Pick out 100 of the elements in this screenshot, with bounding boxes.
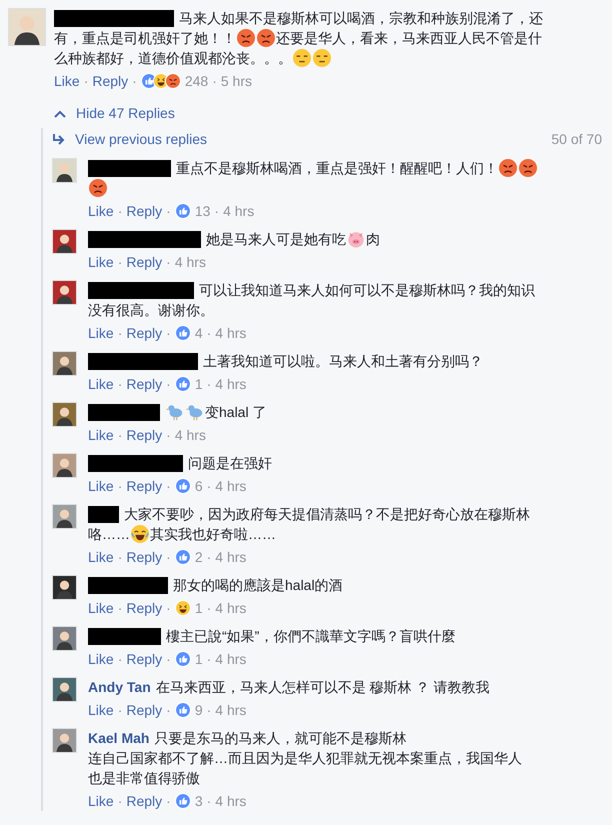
separator-dot: · (118, 548, 122, 567)
timestamp[interactable]: 4 hrs (215, 700, 246, 720)
comment-text: 其实我也好奇啦…… (150, 525, 276, 544)
timestamp[interactable]: 4 hrs (174, 252, 206, 272)
timestamp[interactable]: 4 hrs (215, 476, 246, 496)
reaction-count[interactable]: 1 (194, 649, 203, 669)
redaction-bar (88, 506, 119, 522)
comment-text: 在马来西亚，马来人怎样可以不是 穆斯林 ？ 请教教我 (156, 678, 490, 697)
separator-dot: · (166, 375, 171, 394)
timestamp[interactable]: 4 hrs (174, 425, 206, 445)
reaction-count[interactable]: 248 (184, 71, 208, 91)
separator-dot: · (206, 375, 212, 394)
timestamp[interactable]: 4 hrs (215, 791, 246, 811)
timestamp[interactable]: 4 hrs (223, 201, 254, 221)
separator-dot: · (212, 72, 217, 91)
comment-text: 土著我知道可以啦。马来人和土著有分别吗？ (203, 352, 483, 371)
action-link[interactable]: Reply (126, 476, 162, 496)
reaction-count[interactable]: 3 (194, 791, 203, 811)
comment-text: 大家不要吵，因为政府每天提倡清蒸吗？不是把好奇心放在穆斯林 (124, 505, 530, 524)
action-link[interactable]: Reply (92, 71, 128, 91)
action-link[interactable]: Reply (126, 374, 162, 394)
reaction-count[interactable]: 1 (194, 598, 203, 618)
reaction-count[interactable]: 9 (194, 700, 203, 720)
action-link[interactable]: Like (88, 700, 114, 720)
action-link[interactable]: Like (88, 791, 114, 811)
comment-text: 咯…… (88, 525, 130, 544)
separator-dot: · (206, 701, 212, 720)
avatar[interactable] (52, 677, 77, 702)
comment-text: 也是非常值得骄傲 (88, 769, 200, 788)
comment-text: 连自己国家都不了解…而且因为是华人犯罪就无视本案重点，我国华人 (88, 749, 522, 768)
timestamp[interactable]: 5 hrs (220, 71, 252, 91)
timestamp[interactable]: 4 hrs (215, 598, 246, 618)
separator-dot: · (84, 72, 88, 91)
action-link[interactable]: Like (88, 201, 114, 221)
action-link[interactable]: Like (88, 547, 114, 567)
timestamp[interactable]: 4 hrs (215, 323, 246, 343)
unamused-face-icon (293, 49, 311, 67)
reaction-count[interactable]: 4 (194, 323, 203, 343)
action-link[interactable]: Like (54, 71, 80, 91)
avatar[interactable] (52, 158, 77, 183)
pig-face-icon (347, 230, 365, 248)
reply-arrow-icon (52, 134, 65, 144)
separator-dot: · (132, 72, 137, 91)
action-link[interactable]: Like (88, 649, 114, 669)
separator-dot: · (166, 477, 171, 496)
author-name[interactable]: Kael Mah (88, 728, 150, 748)
comment-text: 么种族都好，道德价值观都沦丧。。。 (54, 49, 292, 68)
action-link[interactable]: Like (88, 323, 114, 343)
action-link[interactable]: Reply (126, 700, 162, 720)
action-link[interactable]: Reply (126, 252, 162, 272)
hide-replies-link[interactable]: Hide 47 Replies (54, 103, 175, 124)
angry-face-icon (89, 179, 107, 197)
thumbs-up-icon (174, 325, 191, 341)
action-link[interactable]: Like (88, 598, 114, 618)
separator-dot: · (166, 253, 171, 272)
action-link[interactable]: Reply (126, 598, 162, 618)
avatar[interactable] (52, 402, 77, 427)
comment-text: 重点不是穆斯林喝酒，重点是强奸！醒醒吧！人们！ (176, 159, 498, 178)
separator-dot: · (118, 375, 122, 394)
comment-text: 有，重点是司机强奸了她！！ (54, 29, 236, 48)
separator-dot: · (166, 599, 171, 618)
comment-text: 樓主已說“如果”，你們不識華文字嗎？盲哄什麼 (166, 627, 456, 646)
redaction-bar (88, 404, 160, 420)
avatar[interactable] (52, 728, 77, 753)
action-link[interactable]: Reply (126, 791, 162, 811)
avatar[interactable] (52, 453, 77, 478)
action-link[interactable]: Reply (126, 547, 162, 567)
timestamp[interactable]: 4 hrs (215, 547, 246, 567)
avatar[interactable] (52, 229, 77, 254)
action-link[interactable]: Reply (126, 323, 162, 343)
reaction-count[interactable]: 2 (194, 547, 203, 567)
avatar[interactable] (52, 280, 77, 305)
action-link[interactable]: Like (88, 425, 114, 445)
reaction-count[interactable]: 13 (194, 201, 210, 221)
unamused-face-icon (313, 49, 331, 67)
action-link[interactable]: Reply (126, 201, 162, 221)
avatar[interactable] (8, 8, 46, 46)
bird-icon (166, 403, 184, 421)
avatar[interactable] (52, 351, 77, 376)
action-link[interactable]: Like (88, 374, 114, 394)
action-link[interactable]: Like (88, 476, 114, 496)
separator-dot: · (118, 599, 122, 618)
comment-text: 可以让我知道马来人如何可以不是穆斯林吗？我的知识 (199, 281, 535, 300)
bird-icon (186, 403, 204, 421)
view-previous-replies-link[interactable]: View previous replies (52, 128, 208, 150)
comment-text: 变halal 了 (205, 403, 266, 422)
avatar[interactable] (52, 504, 77, 529)
reaction-count[interactable]: 6 (194, 476, 203, 496)
action-link[interactable]: Reply (126, 649, 162, 669)
action-link[interactable]: Reply (126, 425, 162, 445)
separator-dot: · (206, 792, 212, 811)
author-name[interactable]: Andy Tan (88, 677, 151, 697)
reaction-count[interactable]: 1 (194, 374, 203, 394)
avatar[interactable] (52, 575, 77, 600)
separator-dot: · (166, 202, 171, 221)
comment-text: 马来人如果不是穆斯林可以喝酒，宗教和种族别混淆了，还 (179, 9, 543, 28)
action-link[interactable]: Like (88, 252, 114, 272)
timestamp[interactable]: 4 hrs (215, 649, 246, 669)
avatar[interactable] (52, 626, 77, 651)
timestamp[interactable]: 4 hrs (215, 374, 246, 394)
